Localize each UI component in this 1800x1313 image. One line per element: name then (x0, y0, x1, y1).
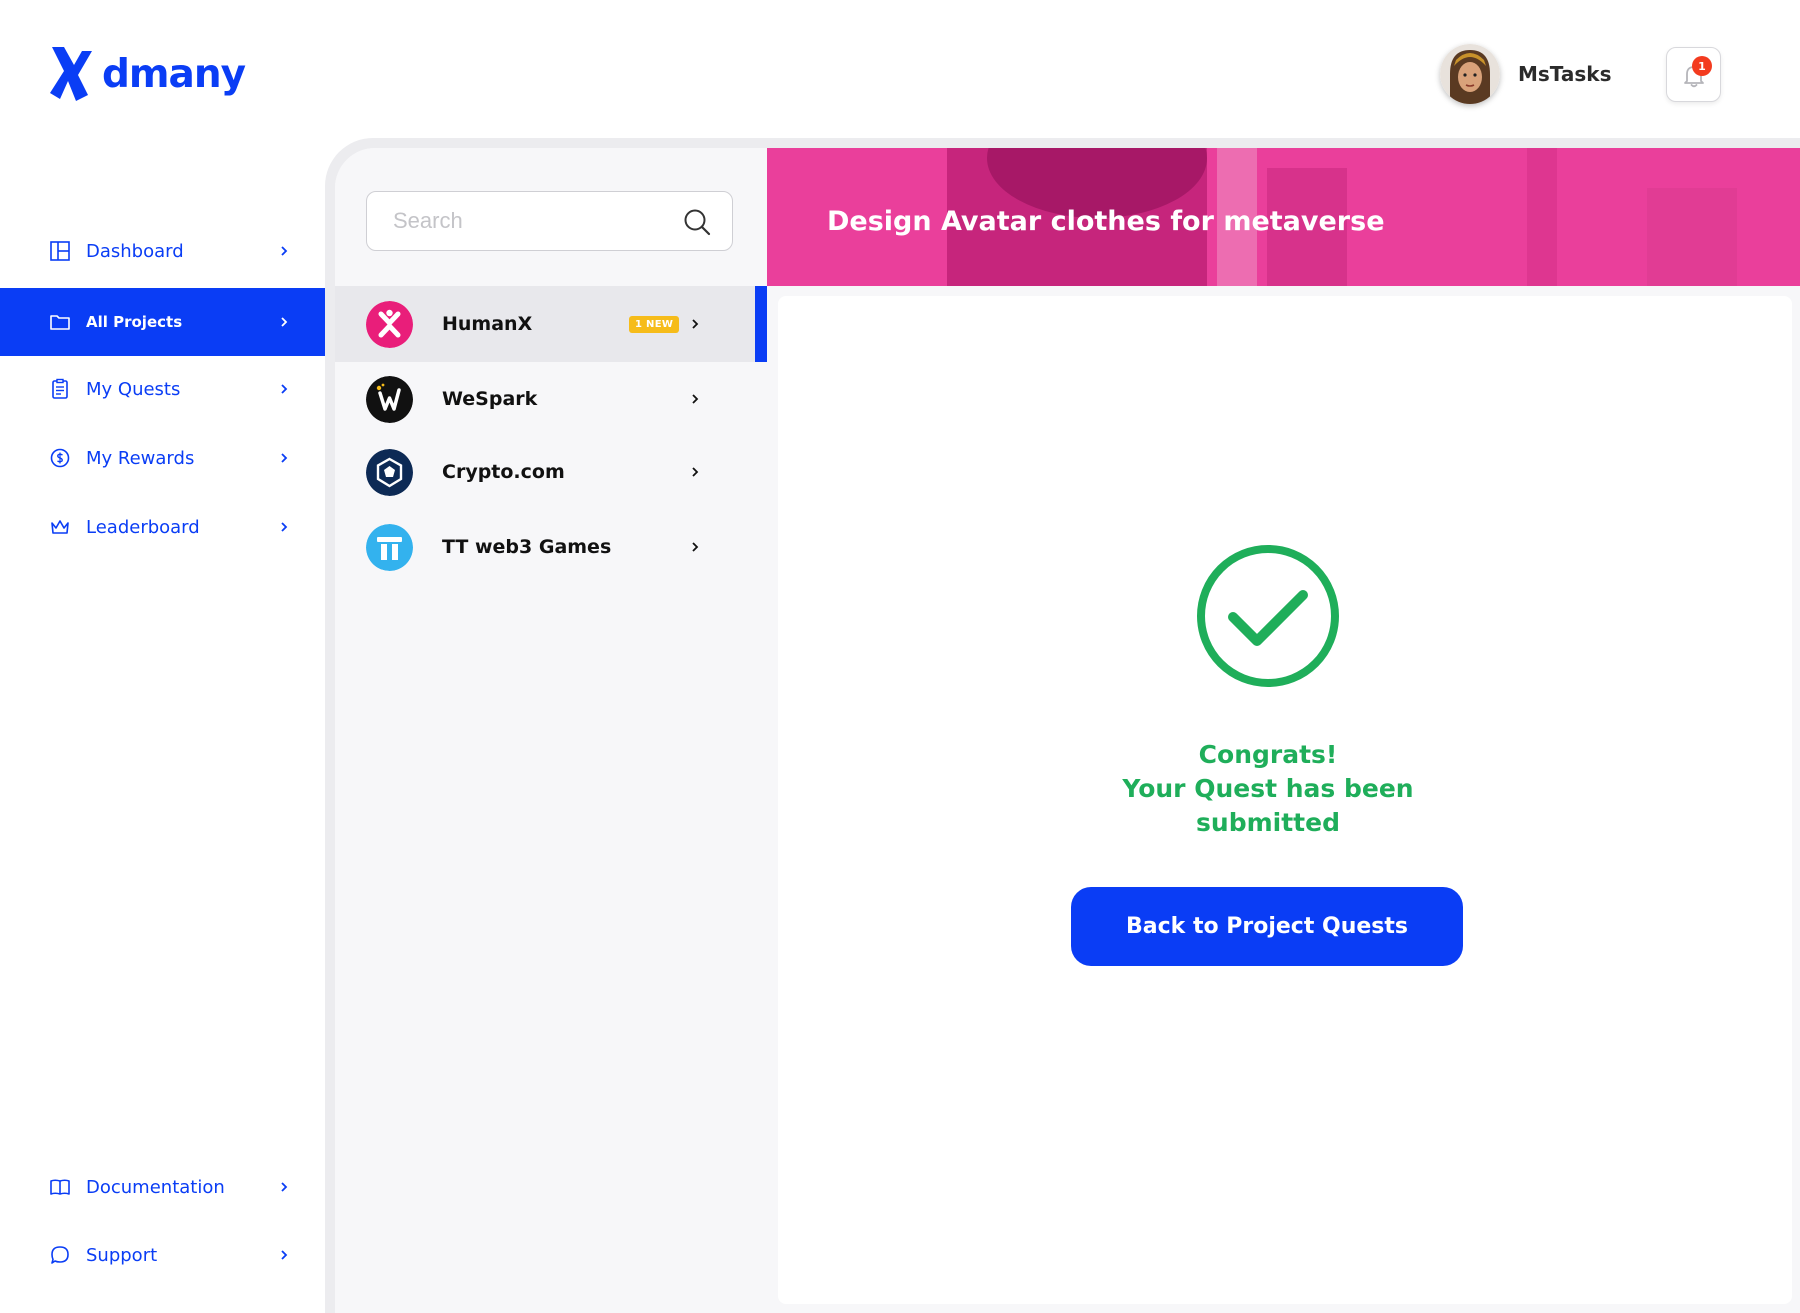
project-name: HumanX (442, 313, 533, 335)
sidebar-item-support[interactable]: Support (0, 1221, 334, 1289)
search-box (366, 191, 733, 251)
chevron-right-icon (281, 453, 288, 463)
humanx-logo-icon (366, 300, 413, 348)
sidebar-item-label: My Rewards (86, 447, 195, 469)
sidebar-item-label: Support (86, 1244, 158, 1266)
reward-coin-icon (49, 447, 71, 469)
book-icon (49, 1176, 71, 1198)
sidebar-item-leaderboard[interactable]: Leaderboard (0, 493, 334, 561)
sidebar-item-documentation[interactable]: Documentation (0, 1153, 334, 1221)
new-badge: 1 NEW (629, 315, 680, 333)
folder-icon (49, 311, 71, 333)
user-name: MsTasks (1518, 62, 1612, 86)
project-item-tt-web3-games[interactable]: TT web3 Games (335, 509, 767, 585)
chevron-right-icon (692, 542, 699, 552)
sidebar-item-my-quests[interactable]: My Quests (0, 355, 334, 423)
chevron-right-icon (692, 467, 699, 477)
dmany-logo-icon (50, 47, 92, 101)
project-name: Crypto.com (442, 461, 565, 483)
tt-web3-games-logo-icon (366, 523, 413, 571)
search-icon[interactable] (682, 207, 712, 237)
back-to-project-quests-button[interactable]: Back to Project Quests (1071, 887, 1463, 966)
sidebar-item-label: Documentation (86, 1176, 225, 1198)
chevron-right-icon (281, 317, 288, 327)
chevron-right-icon (281, 1250, 288, 1260)
chevron-right-icon (281, 384, 288, 394)
project-item-crypto-com[interactable]: Crypto.com (335, 434, 767, 510)
wespark-logo-icon (366, 375, 413, 423)
sidebar-item-label: My Quests (86, 378, 181, 400)
chevron-right-icon (281, 1182, 288, 1192)
project-name: WeSpark (442, 388, 538, 410)
check-circle-icon (1197, 545, 1339, 687)
success-message-line: Congrats! (1198, 740, 1338, 769)
notifications-button[interactable]: 1 (1666, 47, 1721, 102)
chevron-right-icon (692, 394, 699, 404)
quest-title: Design Avatar clothes for metaverse (827, 206, 1385, 237)
quest-banner: Design Avatar clothes for metaverse (767, 148, 1800, 286)
dashboard-icon (49, 240, 71, 262)
crypto-com-logo-icon (366, 448, 413, 496)
chat-bubble-icon (49, 1244, 71, 1266)
success-message-line: Your Quest has been (1122, 774, 1414, 803)
notification-count-badge: 1 (1692, 56, 1712, 76)
success-message-line: submitted (1196, 808, 1340, 837)
project-item-wespark[interactable]: WeSpark (335, 361, 767, 437)
chevron-right-icon (692, 319, 699, 329)
sidebar-item-label: Leaderboard (86, 516, 200, 538)
avatar (1440, 44, 1500, 104)
chevron-right-icon (281, 246, 288, 256)
sidebar-item-dashboard[interactable]: Dashboard (0, 217, 334, 285)
brand-name: dmany (102, 51, 246, 97)
search-input[interactable] (393, 206, 673, 236)
brand-logo[interactable]: dmany (48, 42, 246, 106)
user-profile[interactable]: MsTasks (1440, 44, 1611, 104)
success-message: Congrats! Your Quest has been submitted (1067, 738, 1469, 840)
chevron-right-icon (281, 522, 288, 532)
sidebar-item-my-rewards[interactable]: My Rewards (0, 424, 334, 492)
clipboard-icon (49, 378, 71, 400)
sidebar-item-label: All Projects (86, 313, 183, 331)
sidebar-item-label: Dashboard (86, 240, 184, 262)
crown-icon (49, 516, 71, 538)
sidebar-item-all-projects[interactable]: All Projects (0, 288, 334, 356)
project-item-humanx[interactable]: HumanX 1 NEW (335, 286, 767, 362)
project-name: TT web3 Games (442, 536, 612, 558)
